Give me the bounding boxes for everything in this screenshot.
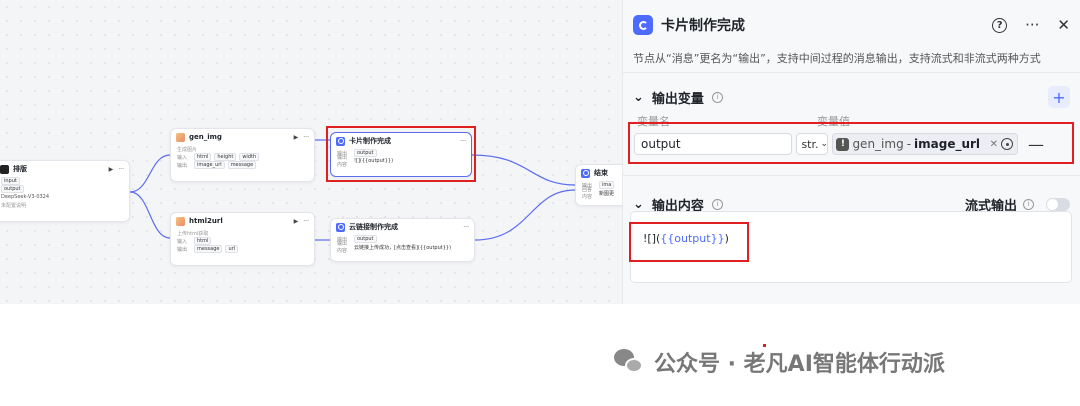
tag-output: output bbox=[354, 235, 377, 243]
node-end-content-label: 回答内容 bbox=[582, 187, 593, 200]
node-start-model: DeepSeek-V3-0324 bbox=[1, 194, 50, 200]
tag-html: html bbox=[194, 153, 212, 161]
output-vars-title: 输出变量 bbox=[651, 91, 704, 107]
layout-icon bbox=[0, 164, 9, 174]
node-end[interactable]: 结束 输出 ima 回答内容 新图更 bbox=[575, 164, 622, 206]
edge-start-genimg bbox=[129, 154, 171, 193]
node-start-input: input bbox=[1, 177, 20, 185]
node-cloud-content-label: 输出内容 bbox=[337, 241, 348, 254]
node-card[interactable]: 卡片制作完成 ··· 输出 output 输出内容 ![]({{output}}) bbox=[330, 132, 472, 177]
tag-message: message bbox=[194, 245, 223, 253]
node-end-content: 新图更 bbox=[599, 190, 615, 197]
node-card-content: ![]({{output}}) bbox=[354, 158, 394, 164]
more-icon[interactable]: ··· bbox=[303, 218, 309, 225]
add-variable-button[interactable]: + bbox=[1048, 86, 1070, 108]
node-cloud-title: 云链接制作完成 bbox=[349, 223, 398, 231]
var-column-headers: 变量名 变量值 bbox=[623, 113, 1080, 128]
info-icon[interactable]: i bbox=[1023, 198, 1034, 210]
node-html2url-out-label: 输出 bbox=[177, 246, 188, 253]
info-icon[interactable]: i bbox=[711, 91, 723, 103]
info-icon[interactable]: i bbox=[711, 198, 723, 210]
node-gen-img[interactable]: gen_img ▶ ··· 生成图片 输入 html height width 输出 ima… bbox=[170, 128, 315, 182]
wechat-icon bbox=[614, 349, 644, 375]
variable-reference-field[interactable]: ! gen_img - image_url ✕ bbox=[832, 133, 1018, 155]
col-var-value: 变量值 bbox=[817, 115, 850, 128]
workflow-canvas[interactable]: 排版 ▶ ··· input output DeepSeek-V3-0324 未配置… bbox=[0, 0, 622, 304]
reference-separator: - bbox=[906, 137, 912, 151]
template-prefix: ![]( bbox=[643, 232, 661, 245]
watermark: 公众号 · 老凡AI智能体行动派 bbox=[614, 346, 945, 378]
more-icon[interactable]: ··· bbox=[118, 166, 124, 173]
avatar-icon bbox=[176, 132, 185, 142]
tag-image-url: image_url bbox=[194, 161, 225, 169]
run-icon[interactable]: ▶ bbox=[294, 134, 299, 141]
edge-card-end bbox=[471, 154, 576, 186]
tag-html: html bbox=[194, 237, 212, 245]
col-var-name: 变量名 bbox=[637, 115, 670, 128]
panel-header: 卡片制作完成 ? ··· ✕ bbox=[623, 0, 1080, 50]
output-node-icon bbox=[633, 15, 653, 35]
chevron-down-icon[interactable]: ⌄ bbox=[633, 197, 644, 212]
tag-output: output bbox=[354, 149, 377, 157]
node-gen-img-out-label: 输出 bbox=[177, 162, 188, 169]
more-icon[interactable]: ··· bbox=[460, 138, 466, 145]
more-icon[interactable]: ··· bbox=[303, 134, 309, 141]
tag-message: message bbox=[227, 161, 257, 169]
divider bbox=[623, 175, 1080, 176]
more-icon[interactable]: ··· bbox=[1025, 16, 1039, 34]
more-icon[interactable]: ··· bbox=[463, 224, 469, 231]
node-card-content-label: 输出内容 bbox=[337, 155, 348, 168]
node-html2url-in-label: 输入 bbox=[177, 238, 188, 245]
reference-node-name: gen_img bbox=[852, 137, 904, 151]
output-variable-row: output str. ⌄ ! gen_img - image_url ✕ — bbox=[634, 131, 1044, 157]
remove-variable-button[interactable]: — bbox=[1028, 135, 1044, 154]
output-vars-header[interactable]: ⌄ 输出变量 i + bbox=[623, 81, 1080, 113]
output-node-icon bbox=[336, 222, 345, 232]
variable-name-input[interactable]: output bbox=[634, 133, 793, 155]
reference-field-name: image_url bbox=[914, 137, 981, 151]
node-html2url[interactable]: html2url ▶ ··· 上传html获取 输入 html 输出 message ur… bbox=[170, 212, 315, 266]
node-gen-img-in-label: 输入 bbox=[177, 154, 188, 161]
template-variable: {{output}} bbox=[660, 232, 725, 245]
output-node-icon bbox=[336, 136, 345, 146]
avatar-icon bbox=[176, 216, 185, 226]
node-start-title: 排版 bbox=[13, 165, 27, 173]
clear-icon[interactable]: ✕ bbox=[990, 139, 998, 150]
tag-url: url bbox=[225, 245, 239, 253]
alert-icon: ! bbox=[836, 137, 850, 151]
node-start-output: output bbox=[1, 185, 24, 193]
tag-ima: ima bbox=[599, 181, 615, 189]
node-cloud-content: 云链接上传成功，[点击查看]({{output}}) bbox=[354, 244, 452, 251]
node-html2url-subtitle: 上传html获取 bbox=[177, 230, 209, 237]
node-start[interactable]: 排版 ▶ ··· input output DeepSeek-V3-0324 未配置… bbox=[0, 160, 130, 222]
help-icon[interactable]: ? bbox=[992, 17, 1008, 33]
chevron-down-icon: ⌄ bbox=[820, 139, 829, 149]
node-card-title: 卡片制作完成 bbox=[349, 137, 391, 145]
node-end-title: 结束 bbox=[594, 169, 608, 177]
variable-type-select[interactable]: str. ⌄ bbox=[796, 133, 829, 155]
panel-description: 节点从“消息”更名为“输出”，支持中间过程的消息输出，支持流式和非流式两种方式 bbox=[633, 52, 1041, 65]
edge-start-html2url bbox=[129, 191, 171, 239]
node-cloud[interactable]: 云链接制作完成 ··· 输出 output 输出内容 云链接上传成功，[点击查看]({… bbox=[330, 218, 475, 262]
template-suffix: ) bbox=[724, 232, 729, 245]
chevron-down-icon[interactable]: ⌄ bbox=[633, 90, 644, 105]
node-gen-img-subtitle: 生成图片 bbox=[177, 146, 198, 153]
output-content-editor[interactable]: ![]({{output}}) bbox=[630, 211, 1072, 283]
edge-cloud-end bbox=[474, 189, 576, 241]
node-html2url-title: html2url bbox=[189, 217, 223, 225]
panel-title[interactable]: 卡片制作完成 bbox=[661, 15, 745, 35]
node-start-desc: 未配置说明 bbox=[1, 202, 27, 209]
watermark-text: 公众号 · 老凡AI智能体行动派 bbox=[654, 352, 945, 377]
run-icon[interactable]: ▶ bbox=[109, 166, 114, 173]
target-icon[interactable] bbox=[1001, 138, 1013, 150]
stream-output-toggle[interactable] bbox=[1046, 197, 1070, 211]
close-icon[interactable]: ✕ bbox=[1057, 16, 1070, 34]
tag-width: width bbox=[239, 153, 260, 161]
end-node-icon bbox=[581, 168, 590, 178]
tag-height: height bbox=[214, 153, 237, 161]
divider bbox=[623, 72, 1080, 73]
variable-type-value: str. bbox=[801, 137, 819, 151]
run-icon[interactable]: ▶ bbox=[294, 218, 299, 225]
node-gen-img-title: gen_img bbox=[189, 133, 222, 141]
